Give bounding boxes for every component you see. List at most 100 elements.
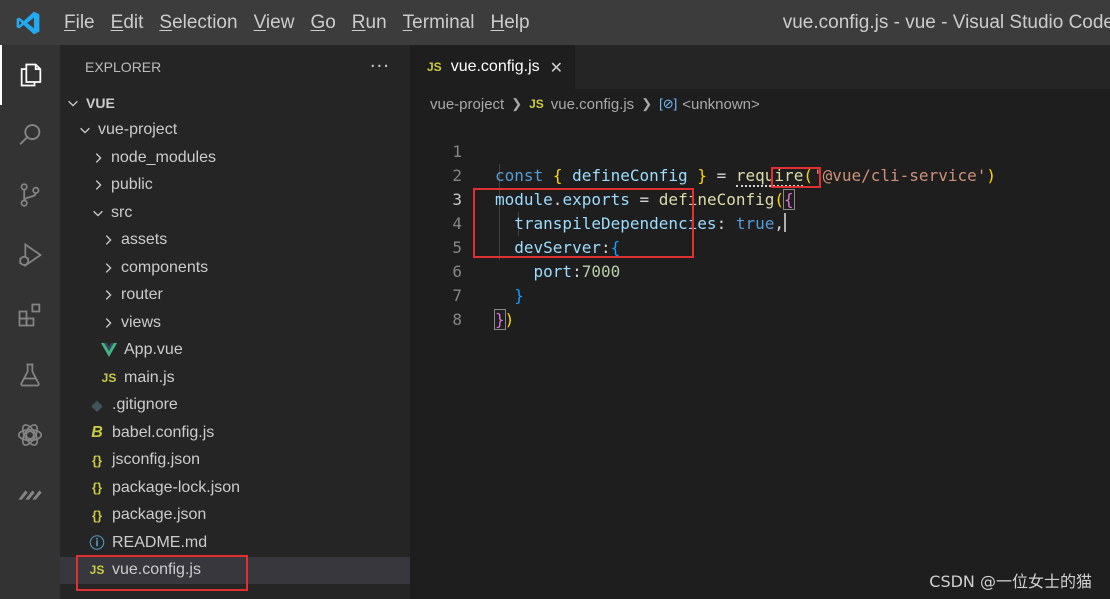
highlight-box-comma xyxy=(771,167,821,188)
menu-go[interactable]: Go xyxy=(302,0,343,45)
menu-file[interactable]: File xyxy=(56,0,103,45)
json-file-icon: {} xyxy=(91,507,103,523)
tree-item-node-modules[interactable]: node_modules xyxy=(60,144,410,172)
tree-item-app-vue[interactable]: App.vue xyxy=(60,337,410,365)
explorer-sidebar: EXPLORER ··· VUE vue-project node_module… xyxy=(60,45,410,599)
chevron-right-icon: ❯ xyxy=(511,96,523,111)
tree-item-label: vue-project xyxy=(98,121,178,139)
highlight-box-devserver xyxy=(473,188,694,258)
tree-item-label: babel.config.js xyxy=(112,423,215,441)
tree-item-package-json[interactable]: {} package.json xyxy=(60,502,410,530)
chevron-right-icon xyxy=(100,287,116,303)
menu-help[interactable]: Help xyxy=(482,0,537,45)
testing-icon[interactable] xyxy=(0,345,60,405)
menu-view[interactable]: View xyxy=(246,0,303,45)
menu-selection[interactable]: Selection xyxy=(151,0,245,45)
tree-item-label: main.js xyxy=(124,368,175,386)
title-bar: File Edit Selection View Go Run Terminal… xyxy=(0,0,1110,45)
tree-item-views[interactable]: views xyxy=(60,309,410,337)
chevron-down-icon xyxy=(77,122,93,138)
tree-item-components[interactable]: components xyxy=(60,254,410,282)
tree-item-public[interactable]: public xyxy=(60,172,410,200)
source-control-icon[interactable] xyxy=(0,165,60,225)
chevron-right-icon xyxy=(100,315,116,331)
highlight-box-vue-config xyxy=(76,555,248,591)
watermark: CSDN @一位女士的猫 xyxy=(929,572,1092,591)
tab-vue-config[interactable]: JS vue.config.js ✕ xyxy=(410,45,575,89)
tree-item-label: node_modules xyxy=(111,148,216,166)
tree-item-label: package-lock.json xyxy=(112,478,241,496)
code-line-8: 8 xyxy=(410,284,1110,329)
tree-item-main-js[interactable]: JS main.js xyxy=(60,364,410,392)
line-number: 8 xyxy=(452,310,462,329)
json-file-icon: {} xyxy=(91,480,103,496)
root-folder-vue[interactable]: VUE xyxy=(60,89,410,117)
chevron-right-icon xyxy=(100,260,116,276)
tree-item-label: router xyxy=(121,286,163,304)
chevron-right-icon: ❯ xyxy=(641,96,653,111)
tree-item-package-lock[interactable]: {} package-lock.json xyxy=(60,474,410,502)
tree-item-label: jsconfig.json xyxy=(112,451,201,469)
activity-bar xyxy=(0,45,60,599)
menu-edit[interactable]: Edit xyxy=(103,0,152,45)
tab-label: vue.config.js xyxy=(450,58,540,75)
code-line-2: 2 module.exports = defineConfig({ xyxy=(410,140,1110,210)
tree-item-label: views xyxy=(121,313,162,331)
js-file-icon: JS xyxy=(427,60,442,74)
tree-item-gitignore[interactable]: ◆ .gitignore xyxy=(60,392,410,420)
chevron-right-icon xyxy=(100,232,116,248)
tree-item-jsconfig[interactable]: {} jsconfig.json xyxy=(60,447,410,475)
explorer-header: EXPLORER ··· xyxy=(60,45,410,89)
tree-item-label: public xyxy=(111,176,153,194)
menu-bar: File Edit Selection View Go Run Terminal… xyxy=(56,0,538,45)
js-file-icon: JS xyxy=(101,370,117,385)
vscode-logo-icon xyxy=(0,0,56,45)
code-line-3: 3 transpileDependencies: true, xyxy=(410,164,1110,233)
babel-file-icon: B xyxy=(91,423,103,441)
search-icon[interactable] xyxy=(0,105,60,165)
breadcrumb-folder[interactable]: vue-project xyxy=(430,96,504,113)
chevron-right-icon xyxy=(90,150,106,166)
tree-item-label: App.vue xyxy=(124,341,183,359)
git-file-icon: ◆ xyxy=(91,396,103,413)
menu-run[interactable]: Run xyxy=(344,0,395,45)
tree-item-label: assets xyxy=(121,231,168,249)
tree-item-assets[interactable]: assets xyxy=(60,227,410,255)
code-line-1: 1 const { defineConfig } = require('@vue… xyxy=(410,116,1110,187)
tree-item-label: README.md xyxy=(112,533,208,551)
chevron-down-icon xyxy=(65,95,81,111)
run-debug-icon[interactable] xyxy=(0,225,60,285)
variable-symbol-icon: [⊘] xyxy=(659,96,678,111)
breadcrumb-symbol[interactable]: <unknown> xyxy=(682,96,760,113)
breadcrumb: vue-project ❯ JS vue.config.js ❯ [⊘] <un… xyxy=(430,93,760,115)
code-line-7: 7 }) xyxy=(410,260,1110,330)
explorer-title: EXPLORER xyxy=(85,59,162,75)
chevron-right-icon xyxy=(90,177,106,193)
tree-item-src[interactable]: src xyxy=(60,199,410,227)
tab-bar: JS vue.config.js ✕ xyxy=(410,45,1110,89)
tree-item-label: src xyxy=(111,203,133,221)
window-title: vue.config.js - vue - Visual Studio Code xyxy=(782,12,1110,33)
menu-terminal[interactable]: Terminal xyxy=(395,0,483,45)
tree-item-label: .gitignore xyxy=(112,396,178,414)
json-file-icon: {} xyxy=(91,452,103,468)
tree-item-router[interactable]: router xyxy=(60,282,410,310)
close-icon[interactable]: ✕ xyxy=(550,58,563,77)
vue-file-icon xyxy=(100,343,118,358)
info-file-icon: ⓘ xyxy=(89,535,105,553)
tree-item-babel-config[interactable]: B babel.config.js xyxy=(60,419,410,447)
more-actions-icon[interactable]: ··· xyxy=(370,58,390,76)
js-file-icon: JS xyxy=(529,97,544,111)
chatgpt-icon[interactable] xyxy=(0,405,60,465)
explorer-icon[interactable] xyxy=(0,45,60,105)
chevron-down-icon xyxy=(90,205,106,221)
tree-item-label: components xyxy=(121,258,209,276)
tree-item-vue-project[interactable]: vue-project xyxy=(60,117,410,145)
remote-icon[interactable] xyxy=(0,465,60,525)
extensions-icon[interactable] xyxy=(0,285,60,345)
tree-item-label: package.json xyxy=(112,506,207,524)
root-folder-label: VUE xyxy=(86,94,115,111)
editor-area: JS vue.config.js ✕ vue-project ❯ JS vue.… xyxy=(410,45,1110,599)
tree-item-readme[interactable]: ⓘ README.md xyxy=(60,529,410,557)
breadcrumb-file[interactable]: vue.config.js xyxy=(551,96,634,113)
